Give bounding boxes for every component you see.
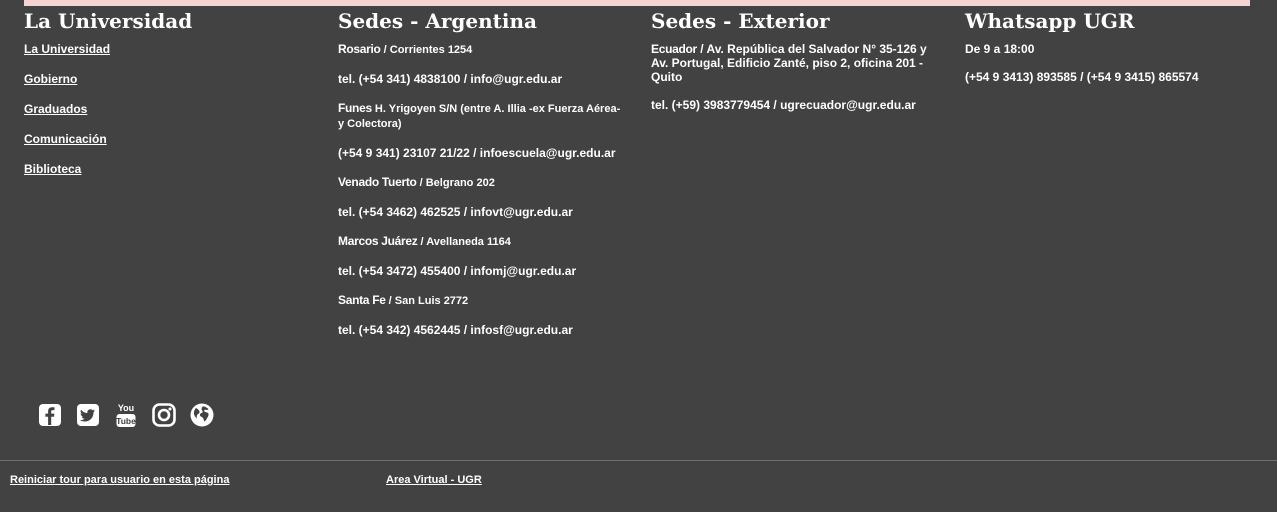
instagram-icon[interactable] (152, 403, 176, 427)
footer-link-la-universidad[interactable]: La Universidad (24, 42, 284, 56)
sede-city-santa-fe: Santa Fe (338, 293, 386, 307)
sede-city-venado-tuerto: Venado Tuerto (338, 175, 417, 189)
restart-tour-link[interactable]: Reiniciar tour para usuario en esta pági… (10, 474, 229, 487)
sede-funes-contact: (+54 9 341) 23107 21/22 / infoescuela@ug… (338, 146, 616, 160)
twitter-icon[interactable] (76, 403, 100, 427)
sede-santa-fe-address: Santa Fe / San Luis 2772 (338, 293, 623, 308)
sede-marcos-juarez-contact: tel. (+54 3472) 455400 / infomj@ugr.edu.… (338, 264, 577, 278)
footer-column-universidad: La Universidad La Universidad Gobierno G… (24, 8, 284, 192)
sede-city-funes: Funes (338, 101, 372, 115)
sede-marcos-juarez-address: Marcos Juárez / Avellaneda 1164 (338, 234, 623, 249)
whatsapp-hours: De 9 a 18:00 (965, 42, 1035, 56)
sede-venado-tuerto-address: Venado Tuerto / Belgrano 202 (338, 175, 623, 190)
footer-link-graduados[interactable]: Graduados (24, 102, 284, 116)
sede-venado-tuerto-contact: tel. (+54 3462) 462525 / infovt@ugr.edu.… (338, 205, 573, 219)
sede-address-text: / Corrientes 1254 (380, 44, 473, 56)
column-title-sedes-exterior: Sedes - Exterior (651, 9, 830, 33)
whatsapp-numbers: (+54 9 3413) 893585 / (+54 9 3415) 86557… (965, 70, 1199, 84)
youtube-icon[interactable]: You Tube (114, 403, 138, 427)
globe-icon[interactable] (190, 403, 214, 427)
social-links: You Tube (38, 402, 214, 428)
footer-column-sedes-argentina: Sedes - Argentina Rosario / Corrientes 1… (338, 8, 623, 352)
footer-link-gobierno[interactable]: Gobierno (24, 72, 284, 86)
youtube-icon-bottom-text: Tube (116, 416, 136, 426)
sede-santa-fe-contact: tel. (+54 342) 4562445 / infosf@ugr.edu.… (338, 323, 573, 337)
site-footer: La Universidad La Universidad Gobierno G… (0, 0, 1277, 512)
sede-ecuador-contact: tel. (+59) 3983779454 / ugrecuador@ugr.e… (651, 98, 916, 112)
sede-address-text: / San Luis 2772 (385, 295, 469, 307)
virtual-area-link[interactable]: Area Virtual - UGR (386, 474, 482, 487)
footer-link-biblioteca[interactable]: Biblioteca (24, 162, 284, 176)
sede-address-text: H. Yrigoyen S/N (entre A. Illia -ex Fuer… (338, 103, 621, 130)
facebook-icon[interactable] (38, 403, 62, 427)
youtube-icon-top-text: You (118, 403, 134, 413)
sede-address-text: / Avellaneda 1164 (417, 236, 511, 248)
column-title-whatsapp: Whatsapp UGR (965, 9, 1135, 33)
sede-rosario-address: Rosario / Corrientes 1254 (338, 42, 623, 57)
sede-city-rosario: Rosario (338, 42, 381, 56)
sede-address-text: / Belgrano 202 (416, 177, 495, 189)
column-title-universidad: La Universidad (24, 9, 193, 33)
footer-column-sedes-exterior: Sedes - Exterior Ecuador / Av. República… (651, 8, 936, 126)
sede-rosario-contact: tel. (+54 341) 4838100 / info@ugr.edu.ar (338, 72, 563, 86)
footer-divider (0, 460, 1277, 461)
sede-city-ecuador: Ecuador (651, 42, 697, 56)
sede-ecuador-address: Ecuador / Av. República del Salvador N° … (651, 42, 936, 84)
footer-link-comunicacion[interactable]: Comunicación (24, 132, 284, 146)
sede-city-marcos-juarez: Marcos Juárez (338, 234, 418, 248)
column-title-sedes-argentina: Sedes - Argentina (338, 9, 538, 33)
footer-column-whatsapp: Whatsapp UGR De 9 a 18:00 (+54 9 3413) 8… (965, 8, 1255, 98)
sede-funes-address: Funes H. Yrigoyen S/N (entre A. Illia -e… (338, 101, 623, 131)
